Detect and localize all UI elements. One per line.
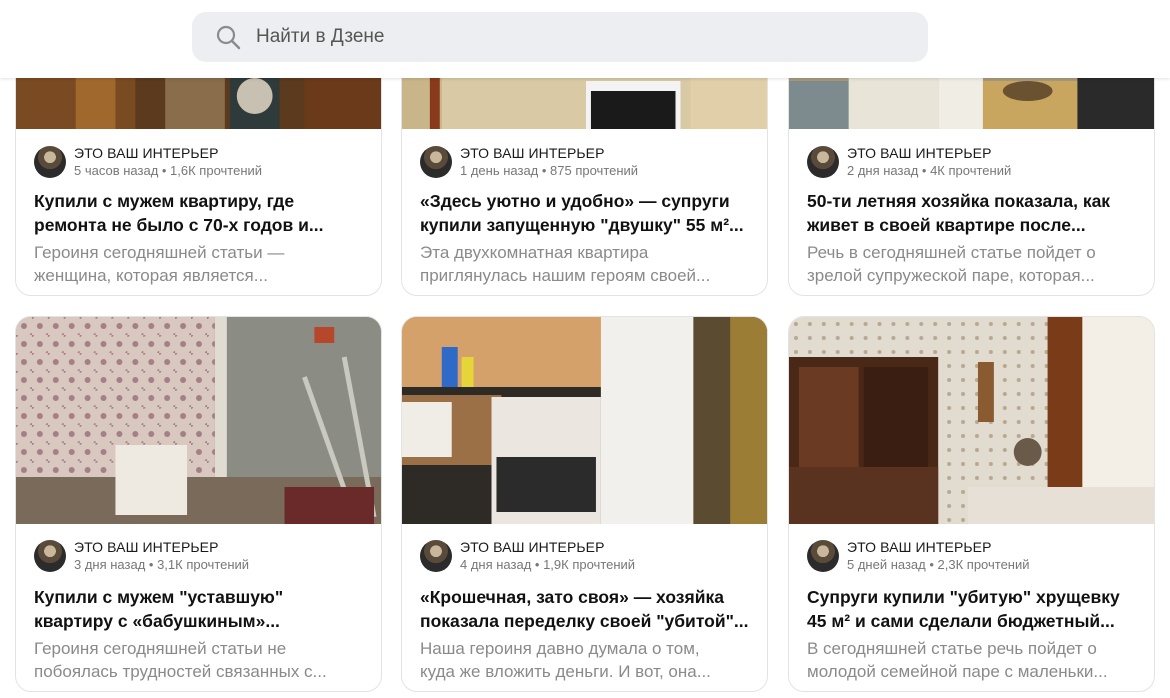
article-description: Эта двухкомнатная квартира приглянулась н… (420, 243, 711, 285)
channel-avatar[interactable] (34, 540, 66, 572)
article-title[interactable]: Купили с мужем "уставшую" квартиру с «баб… (34, 585, 364, 633)
channel-avatar[interactable] (807, 540, 839, 572)
channel-name[interactable]: ЭТО ВАШ ИНТЕРЬЕР (847, 145, 1011, 162)
article-title[interactable]: Купили с мужем квартиру, где ремонта не б… (34, 189, 364, 237)
search-bar[interactable] (192, 12, 928, 62)
article-card[interactable]: ЭТО ВАШ ИНТЕРЬЕР 1 день назад • 875 проч… (401, 40, 768, 296)
card-meta: ЭТО ВАШ ИНТЕРЬЕР 5 дней назад • 2,3К про… (807, 539, 1030, 573)
article-title[interactable]: Супруги купили "убитую" хрущевку 45 м² и … (807, 585, 1137, 633)
article-thumbnail[interactable] (789, 317, 1154, 524)
top-header (0, 0, 1170, 78)
article-description: Героиня сегодняшней статьи не побоялась т… (34, 639, 327, 681)
article-title[interactable]: «Здесь уютно и удобно» — супруги купили з… (420, 189, 750, 237)
channel-name[interactable]: ЭТО ВАШ ИНТЕРЬЕР (74, 539, 249, 556)
channel-name[interactable]: ЭТО ВАШ ИНТЕРЬЕР (74, 145, 262, 162)
article-stats: 5 часов назад • 1,6К прочтений (74, 163, 263, 178)
article-card[interactable]: ЭТО ВАШ ИНТЕРЬЕР 5 дней назад • 2,3К про… (788, 316, 1155, 692)
article-card[interactable]: ЭТО ВАШ ИНТЕРЬЕР 4 дня назад • 1,9К проч… (401, 316, 768, 692)
article-stats: 4 дня назад • 1,9К прочтений (460, 557, 636, 572)
channel-name[interactable]: ЭТО ВАШ ИНТЕРЬЕР (460, 145, 638, 162)
article-description: Героиня сегодняшней статьи — женщина, кот… (34, 243, 285, 285)
channel-avatar[interactable] (807, 146, 839, 178)
article-title[interactable]: 50-ти летняя хозяйка показала, как живет … (807, 189, 1137, 237)
card-meta: ЭТО ВАШ ИНТЕРЬЕР 5 часов назад • 1,6К пр… (34, 145, 262, 179)
channel-name[interactable]: ЭТО ВАШ ИНТЕРЬЕР (460, 539, 635, 556)
article-title[interactable]: «Крошечная, зато своя» — хозяйка показала… (420, 585, 750, 633)
search-icon[interactable] (214, 23, 242, 51)
feed-grid: ЭТО ВАШ ИНТЕРЬЕР 5 часов назад • 1,6К пр… (0, 0, 1170, 698)
article-card[interactable]: ЭТО ВАШ ИНТЕРЬЕР 2 дня назад • 4К прочте… (788, 40, 1155, 296)
article-stats: 2 дня назад • 4К прочтений (847, 163, 1012, 178)
channel-avatar[interactable] (420, 540, 452, 572)
channel-name[interactable]: ЭТО ВАШ ИНТЕРЬЕР (847, 539, 1030, 556)
article-thumbnail[interactable] (402, 317, 767, 524)
card-meta: ЭТО ВАШ ИНТЕРЬЕР 2 дня назад • 4К прочте… (807, 145, 1011, 179)
article-description: Наша героиня давно думала о том, куда же … (420, 639, 711, 681)
channel-avatar[interactable] (34, 146, 66, 178)
card-meta: ЭТО ВАШ ИНТЕРЬЕР 1 день назад • 875 проч… (420, 145, 638, 179)
channel-avatar[interactable] (420, 146, 452, 178)
article-stats: 5 дней назад • 2,3К прочтений (847, 557, 1030, 572)
article-description: В сегодняшней статье речь пойдет о молодо… (807, 639, 1108, 681)
card-meta: ЭТО ВАШ ИНТЕРЬЕР 3 дня назад • 3,1К проч… (34, 539, 249, 573)
search-input[interactable] (254, 25, 858, 49)
article-card[interactable]: ЭТО ВАШ ИНТЕРЬЕР 3 дня назад • 3,1К проч… (15, 316, 382, 692)
article-stats: 1 день назад • 875 прочтений (460, 163, 639, 178)
article-stats: 3 дня назад • 3,1К прочтений (74, 557, 250, 572)
article-description: Речь в сегодняшней статье пойдет о зрелой… (807, 243, 1096, 285)
article-card[interactable]: ЭТО ВАШ ИНТЕРЬЕР 5 часов назад • 1,6К пр… (15, 40, 382, 296)
article-thumbnail[interactable] (16, 317, 381, 524)
card-meta: ЭТО ВАШ ИНТЕРЬЕР 4 дня назад • 1,9К проч… (420, 539, 635, 573)
